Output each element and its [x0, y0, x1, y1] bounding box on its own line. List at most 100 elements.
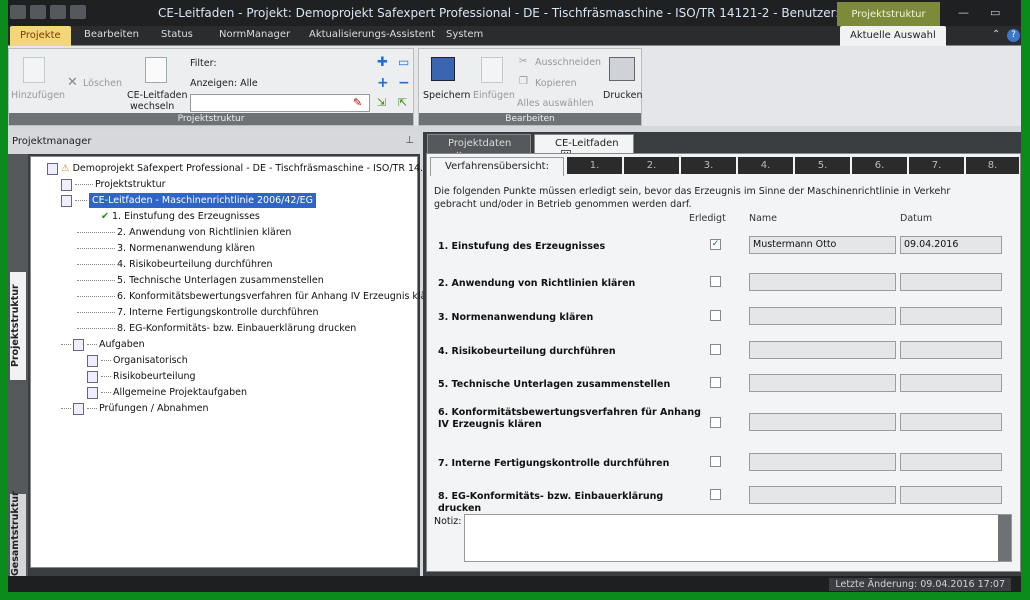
- tab-aktualisierungs-assistent[interactable]: Aktualisierungs-Assistent: [309, 29, 435, 40]
- tree-task-risikobeurteilung[interactable]: Risikobeurteilung: [87, 369, 196, 384]
- done-checkbox[interactable]: [710, 276, 721, 287]
- date-field[interactable]: [900, 307, 1002, 325]
- tree-root[interactable]: ⚠ Demoprojekt Safexpert Professional - D…: [47, 161, 429, 176]
- page-tab-3[interactable]: 3.: [681, 157, 736, 174]
- date-field[interactable]: [900, 453, 1002, 471]
- redo-icon[interactable]: [70, 5, 86, 19]
- name-field[interactable]: [749, 374, 896, 392]
- tree-step-8[interactable]: 8. EG-Konformitäts- bzw. Einbauerklärung…: [77, 321, 356, 336]
- page-tab-overview[interactable]: Verfahrensübersicht:: [430, 157, 564, 176]
- title-bar: CE-Leitfaden - Projekt: Demoprojekt Safe…: [8, 0, 1021, 26]
- collapse-all-icon[interactable]: ⇱: [398, 96, 407, 109]
- done-checkbox[interactable]: [710, 456, 721, 467]
- step-label: 8. EG-Konformitäts- bzw. Einbauerklärung…: [438, 491, 664, 514]
- collapse-ribbon-icon[interactable]: ⌃: [992, 29, 1000, 40]
- done-checkbox[interactable]: [710, 377, 721, 388]
- delete-button[interactable]: Löschen: [83, 78, 122, 89]
- expand-all-icon[interactable]: ⇲: [377, 96, 386, 109]
- tree-item-ce-leitfaden[interactable]: CE-Leitfaden - Maschinenrichtlinie 2006/…: [61, 193, 411, 208]
- print-button[interactable]: Drucken: [603, 90, 643, 101]
- tab-system[interactable]: System: [446, 29, 483, 40]
- tree-step-1[interactable]: ✔ 1. Einstufung des Erzeugnisses: [77, 209, 260, 224]
- tree-connector: [101, 376, 111, 377]
- tree-connector: [61, 344, 71, 345]
- tree-item-pruefungen[interactable]: Prüfungen / Abnahmen: [61, 401, 209, 416]
- done-checkbox[interactable]: [710, 417, 721, 428]
- add-button[interactable]: Hinzufügen: [11, 90, 65, 101]
- minimize-icon[interactable]: —: [958, 6, 969, 19]
- paste-button[interactable]: Einfügen: [473, 90, 515, 101]
- tree-step-7[interactable]: 7. Interne Fertigungskontrolle durchführ…: [77, 305, 319, 320]
- name-field[interactable]: [749, 273, 896, 291]
- tree-task-organisatorisch[interactable]: Organisatorisch: [87, 353, 188, 368]
- application-window: CE-Leitfaden - Projekt: Demoprojekt Safe…: [8, 0, 1021, 592]
- page-tab-5[interactable]: 5.: [795, 157, 850, 174]
- tree-connector: [77, 296, 115, 297]
- help-icon[interactable]: ?: [1007, 29, 1020, 42]
- done-checkbox[interactable]: ✓: [710, 239, 721, 250]
- name-field[interactable]: [749, 486, 896, 504]
- add-node-icon[interactable]: ✚: [377, 55, 388, 70]
- name-field[interactable]: [749, 413, 896, 431]
- pin-icon[interactable]: ⊥: [405, 135, 414, 146]
- tab-normmanager[interactable]: NormManager: [219, 29, 290, 40]
- minus-icon[interactable]: −: [398, 75, 410, 91]
- clear-filter-icon[interactable]: ✎: [353, 96, 362, 109]
- tab-status[interactable]: Status: [161, 29, 193, 40]
- date-field[interactable]: [900, 374, 1002, 392]
- note-scrollbar[interactable]: [998, 515, 1011, 561]
- doc-tab-projektdaten[interactable]: Projektdaten✕: [427, 134, 531, 160]
- tab-aktuelle-auswahl[interactable]: Aktuelle Auswahl: [840, 26, 946, 47]
- date-field[interactable]: [900, 486, 1002, 504]
- save-icon[interactable]: [30, 5, 46, 19]
- page-tab-1[interactable]: 1.: [567, 157, 622, 174]
- tree-step-4[interactable]: 4. Risikobeurteilung durchführen: [77, 257, 273, 272]
- copy-button[interactable]: Kopieren: [535, 78, 577, 89]
- name-field[interactable]: [749, 307, 896, 325]
- step-label: 5. Technische Unterlagen zusammenstellen: [438, 379, 671, 390]
- page-tab-4[interactable]: 4.: [738, 157, 793, 174]
- note-textarea[interactable]: [464, 514, 1012, 562]
- page-tab-6[interactable]: 6.: [852, 157, 907, 174]
- page-tab-8[interactable]: 8.: [966, 157, 1019, 174]
- select-all-button[interactable]: Alles auswählen: [517, 98, 594, 109]
- name-field[interactable]: Mustermann Otto: [749, 236, 896, 254]
- tree-step-2[interactable]: 2. Anwendung von Richtlinien klären: [77, 225, 291, 240]
- tab-projekte[interactable]: Projekte: [10, 26, 71, 47]
- cut-button[interactable]: Ausschneiden: [535, 57, 601, 68]
- page-tab-2[interactable]: 2.: [624, 157, 679, 174]
- show-all-dropdown[interactable]: Anzeigen: Alle: [190, 78, 258, 89]
- date-field[interactable]: 09.04.2016: [900, 236, 1002, 254]
- save-button[interactable]: Speichern: [423, 90, 470, 101]
- tree-item-aufgaben[interactable]: Aufgaben: [61, 337, 145, 352]
- maximize-icon[interactable]: ▭: [990, 6, 1000, 19]
- tree-step-5[interactable]: 5. Technische Unterlagen zusammenstellen: [77, 273, 324, 288]
- doc-tab-ce-leitfaden[interactable]: CE-Leitfaden✕: [534, 134, 634, 160]
- tree-item-projektstruktur[interactable]: Projektstruktur: [61, 177, 166, 192]
- date-field[interactable]: [900, 273, 1002, 291]
- switch-guide-button[interactable]: CE-Leitfaden: [127, 90, 187, 101]
- vtab-projektstruktur[interactable]: Projektstruktur: [10, 272, 26, 380]
- document-icon: [145, 57, 167, 83]
- done-checkbox[interactable]: [710, 489, 721, 500]
- name-field[interactable]: [749, 341, 896, 359]
- done-checkbox[interactable]: [710, 310, 721, 321]
- date-field[interactable]: [900, 341, 1002, 359]
- done-checkbox[interactable]: [710, 344, 721, 355]
- tree-connector: [61, 408, 71, 409]
- plus-icon[interactable]: +: [377, 75, 389, 91]
- tree-step-6[interactable]: 6. Konformitätsbewertungsverfahren für A…: [77, 289, 442, 304]
- vtab-gesamtstruktur[interactable]: Gesamtstruktur: [10, 491, 26, 576]
- date-field[interactable]: [900, 413, 1002, 431]
- filter-input[interactable]: [190, 94, 370, 112]
- col-header-date: Datum: [900, 213, 933, 224]
- tab-bearbeiten[interactable]: Bearbeiten: [84, 29, 139, 40]
- page-tab-7[interactable]: 7.: [909, 157, 964, 174]
- tree-step-3[interactable]: 3. Normenanwendung klären: [77, 241, 255, 256]
- tree-task-allgemein[interactable]: Allgemeine Projektaufgaben: [87, 385, 247, 400]
- document-panel: Projektdaten✕ CE-Leitfaden✕ Verfahrensüb…: [423, 132, 1021, 576]
- name-field[interactable]: [749, 453, 896, 471]
- undo-icon[interactable]: [50, 5, 66, 19]
- expand-icon[interactable]: ▭: [398, 55, 409, 69]
- app-icon[interactable]: [10, 5, 26, 19]
